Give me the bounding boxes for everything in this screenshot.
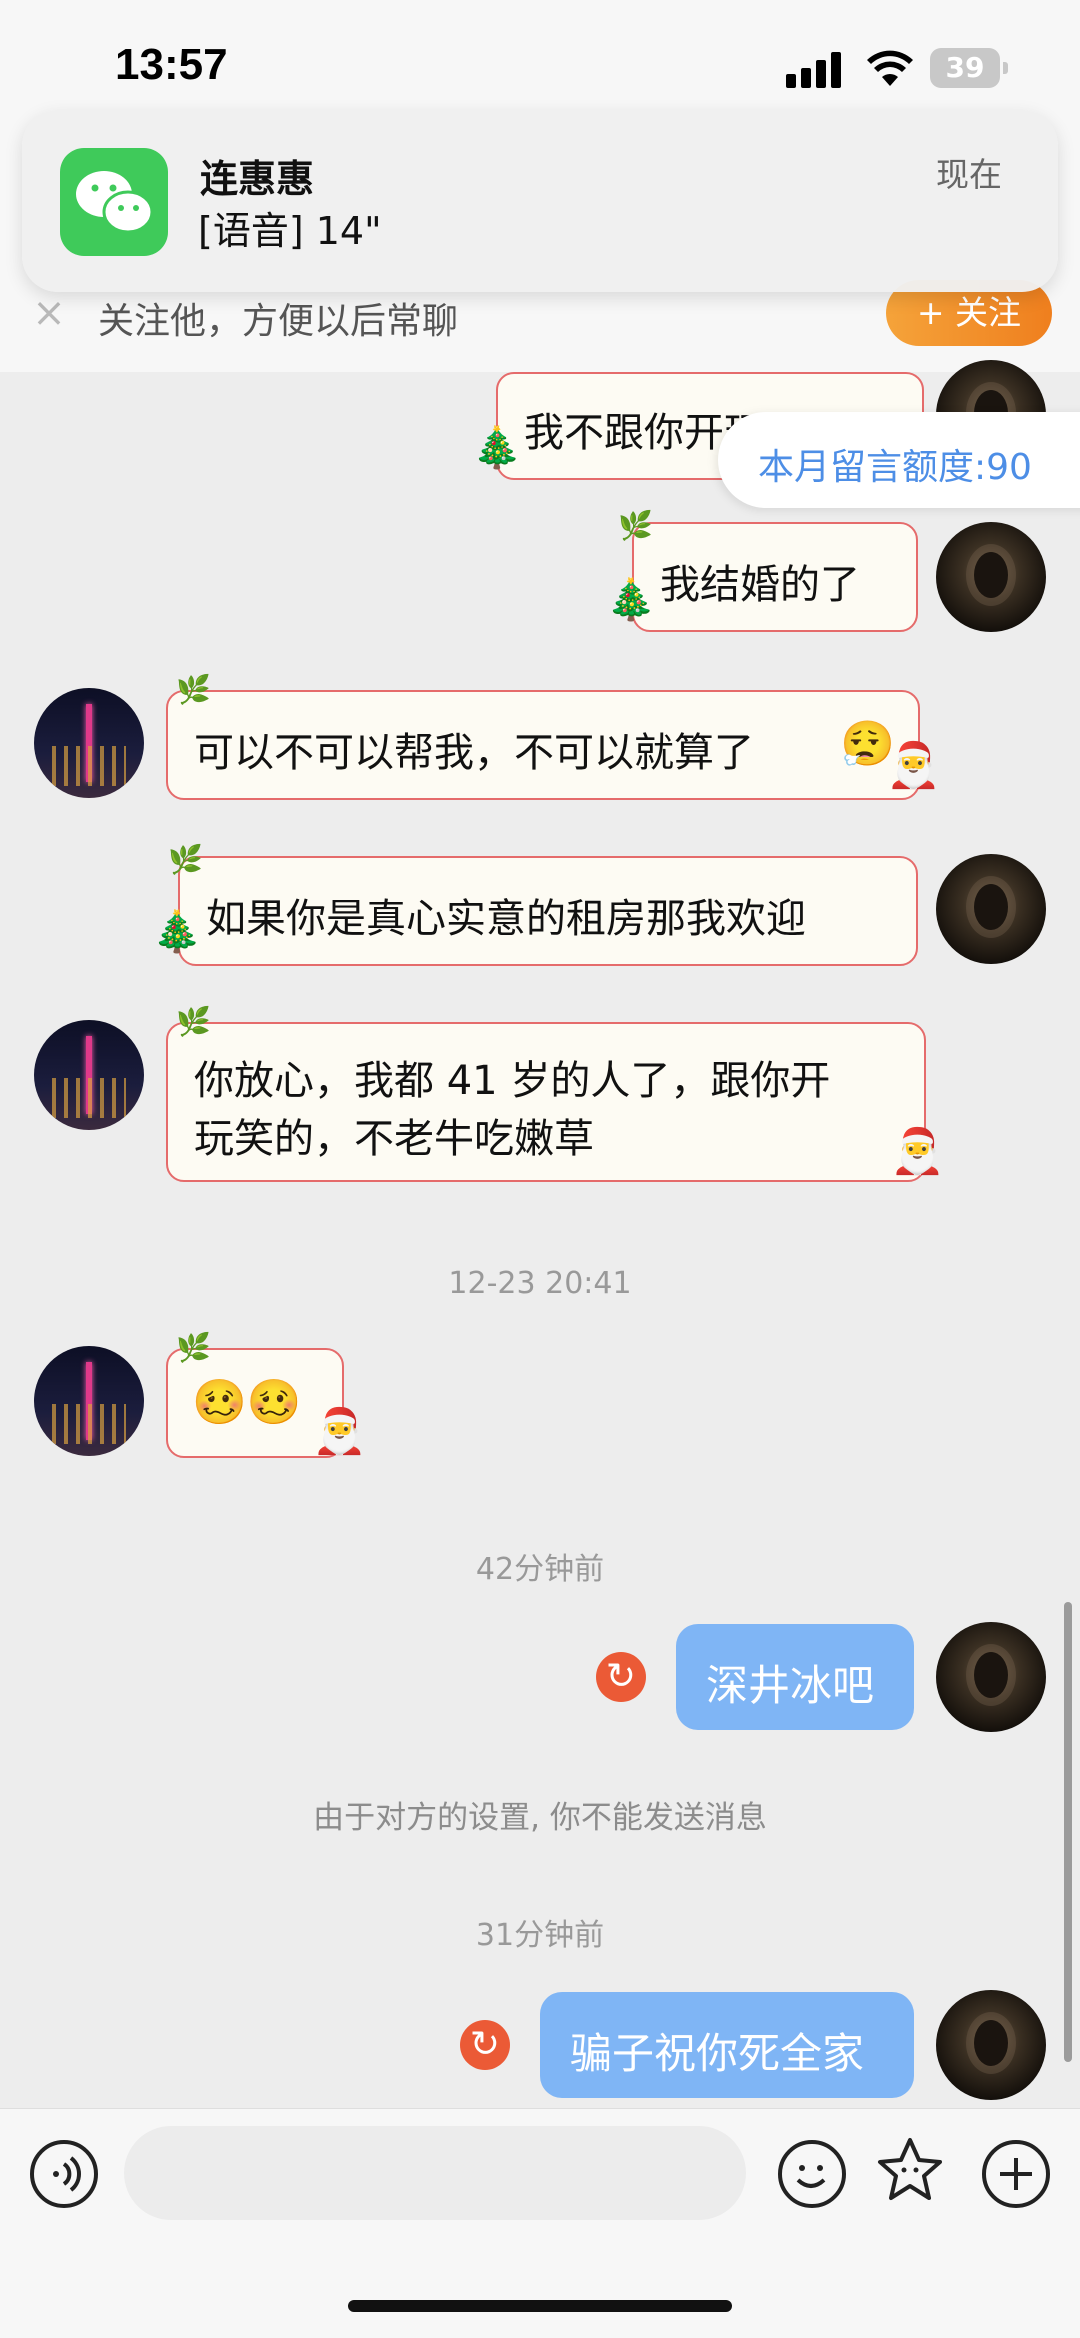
- holly-icon: 🌿: [168, 843, 203, 876]
- message-bubble[interactable]: 你放心，我都 41 岁的人了，跟你开 玩笑的，不老牛吃嫩草: [166, 1022, 926, 1182]
- contact-avatar[interactable]: [34, 688, 144, 798]
- sticker-icon[interactable]: [874, 2134, 946, 2206]
- plus-icon[interactable]: [982, 2140, 1050, 2208]
- message-text: 可以不可以帮我，不可以就算了: [194, 730, 754, 776]
- notification-title: 连惠惠: [200, 157, 315, 201]
- message-text: 你放心，我都 41 岁的人了，跟你开: [194, 1058, 831, 1104]
- close-icon[interactable]: ×: [28, 292, 70, 334]
- notification-time: 现在: [936, 155, 1002, 194]
- quota-badge: 本月留言额度:90: [718, 412, 1080, 508]
- emoji-icon[interactable]: [778, 2140, 846, 2208]
- christmas-tree-icon: 🎄: [606, 577, 656, 623]
- resend-icon[interactable]: ↻: [460, 2020, 510, 2070]
- message-bubble[interactable]: 如果你是真心实意的租房那我欢迎: [178, 856, 918, 966]
- message-text: 如果你是真心实意的租房那我欢迎: [206, 896, 806, 942]
- message-text: 玩笑的，不老牛吃嫩草: [194, 1116, 594, 1162]
- holly-icon: 🌿: [176, 1331, 211, 1364]
- message-bubble[interactable]: 我结婚的了: [632, 522, 918, 632]
- holly-icon: 🌿: [618, 509, 653, 542]
- contact-avatar[interactable]: [34, 1020, 144, 1130]
- notification-body: [语音] 14": [198, 209, 382, 253]
- timestamp: 42分钟前: [475, 1552, 605, 1587]
- resend-icon[interactable]: ↻: [596, 1652, 646, 1702]
- my-avatar[interactable]: [936, 854, 1046, 964]
- home-indicator: [348, 2300, 732, 2312]
- message-text: 我结婚的了: [660, 562, 860, 608]
- my-avatar[interactable]: [936, 1622, 1046, 1732]
- message-bubble[interactable]: 可以不可以帮我，不可以就算了 😮‍💨: [166, 690, 920, 800]
- santa-hat-icon: 🎅: [312, 1406, 367, 1457]
- message-bubble[interactable]: 骗子祝你死全家: [540, 1992, 914, 2098]
- my-avatar[interactable]: [936, 1990, 1046, 2100]
- holly-icon: 🌿: [176, 673, 211, 706]
- quota-text: 本月留言额度:90: [758, 447, 1032, 488]
- follow-prompt: 关注他，方便以后常聊: [98, 301, 459, 342]
- message-text: 🥴🥴: [192, 1377, 302, 1428]
- scrollbar[interactable]: [1064, 1602, 1072, 2062]
- battery-icon: 39: [930, 48, 1008, 88]
- santa-hat-icon: 🎅: [886, 740, 941, 791]
- holly-icon: 🌿: [176, 1005, 211, 1038]
- voice-icon[interactable]: [30, 2140, 98, 2208]
- message-bubble[interactable]: 深井冰吧: [676, 1624, 914, 1730]
- christmas-tree-icon: 🎄: [472, 425, 522, 471]
- wechat-icon: [60, 148, 168, 256]
- message-input[interactable]: [124, 2126, 746, 2220]
- cellular-signal-icon: [786, 52, 846, 88]
- notification-banner[interactable]: [22, 110, 1058, 292]
- status-time: 13:57: [115, 40, 228, 89]
- message-text: 深井冰吧: [706, 1661, 875, 1710]
- system-notice: 由于对方的设置, 你不能发送消息: [313, 1800, 767, 1836]
- contact-avatar[interactable]: [34, 1346, 144, 1456]
- wifi-icon: [866, 48, 914, 88]
- timestamp: 31分钟前: [475, 1918, 605, 1953]
- santa-hat-icon: 🎅: [890, 1126, 945, 1177]
- my-avatar[interactable]: [936, 522, 1046, 632]
- message-text: 骗子祝你死全家: [570, 2029, 865, 2078]
- christmas-tree-icon: 🎄: [152, 909, 202, 955]
- timestamp: 12-23 20:41: [448, 1266, 632, 1301]
